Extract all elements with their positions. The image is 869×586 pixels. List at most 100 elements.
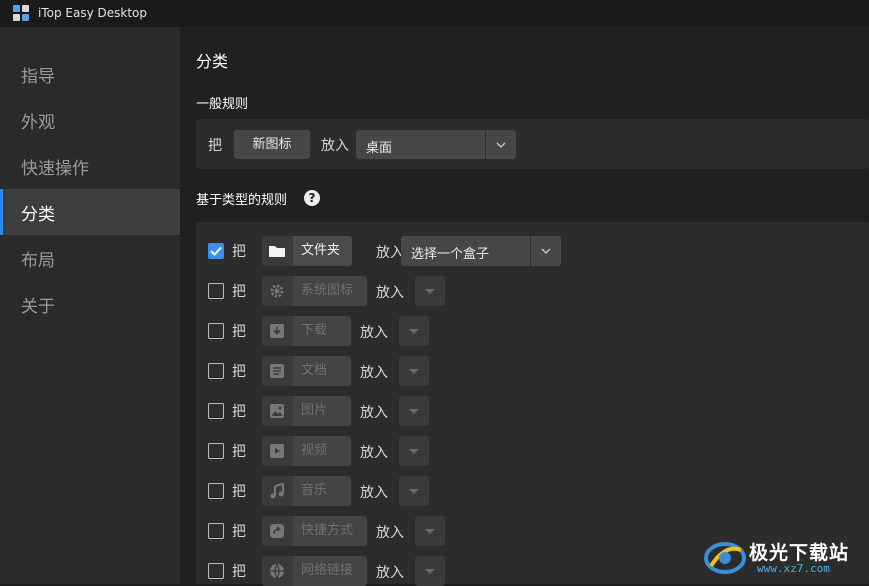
into-label: 放入	[376, 565, 404, 581]
rule-checkbox-folder[interactable]	[208, 243, 224, 259]
type-tag-videos: 视频	[262, 436, 351, 466]
general-rules-heading: 一般规则	[196, 97, 249, 112]
help-icon[interactable]: ?	[304, 190, 320, 206]
dropdown-toggle[interactable]	[485, 130, 516, 159]
watermark-url: www.xz7.com	[757, 562, 830, 575]
sidebar-item-label: 关于	[21, 297, 55, 317]
type-name: 下载	[293, 316, 351, 346]
watermark-title: 极光下载站	[749, 542, 850, 564]
put-label: 把	[232, 244, 246, 260]
sidebar-item-label: 分类	[21, 205, 55, 225]
video-icon	[262, 436, 292, 466]
general-target-select[interactable]: 桌面	[356, 130, 516, 159]
into-label: 放入	[360, 445, 388, 461]
sidebar-item-about[interactable]: 关于	[0, 281, 180, 327]
type-name: 文档	[293, 356, 351, 386]
type-tag-system-icons: 系统图标	[262, 276, 367, 306]
general-rule-row: 把 新图标 放入 桌面	[196, 119, 869, 169]
sidebar-item-appearance[interactable]: 外观	[0, 97, 180, 143]
main-content: 分类 一般规则 把 新图标 放入 桌面 基于类型的规则 ? 把 文件夹 放入 选…	[180, 27, 869, 586]
type-tag-music: 音乐	[262, 476, 351, 506]
folder-icon	[262, 236, 292, 266]
sidebar-item-label: 外观	[21, 113, 55, 133]
put-label: 把	[232, 444, 246, 460]
into-label: 放入	[360, 325, 388, 341]
type-tag-folder: 文件夹	[262, 236, 352, 266]
into-label: 放入	[376, 285, 404, 301]
type-rules-heading: 基于类型的规则	[196, 193, 288, 208]
sidebar-item-label: 布局	[21, 251, 55, 271]
into-label: 放入	[376, 245, 404, 261]
put-label: 把	[232, 564, 246, 580]
into-label: 放入	[360, 485, 388, 501]
watermark-logo-icon	[704, 542, 746, 574]
put-label: 把	[232, 364, 246, 380]
title-bar: iTop Easy Desktop	[0, 0, 869, 27]
put-label: 把	[232, 484, 246, 500]
download-icon	[262, 316, 292, 346]
rule-checkbox-documents[interactable]	[208, 363, 224, 379]
check-icon	[210, 246, 222, 256]
put-label: 把	[232, 324, 246, 340]
sidebar-item-categories[interactable]: 分类	[0, 189, 180, 235]
sidebar-item-guide[interactable]: 指导	[0, 51, 180, 97]
rule-checkbox-images[interactable]	[208, 403, 224, 419]
into-label: 放入	[376, 525, 404, 541]
select-value: 选择一个盒子	[411, 247, 490, 262]
music-icon	[262, 476, 292, 506]
target-dropdown-disabled[interactable]	[415, 276, 445, 306]
sidebar-item-quick-actions[interactable]: 快速操作	[0, 143, 180, 189]
type-name: 图片	[293, 396, 351, 426]
rule-checkbox-music[interactable]	[208, 483, 224, 499]
into-label: 放入	[360, 365, 388, 381]
gear-icon	[262, 276, 292, 306]
target-dropdown-disabled[interactable]	[399, 476, 429, 506]
watermark: 极光下载站 www.xz7.com	[701, 536, 861, 578]
target-dropdown-disabled[interactable]	[399, 396, 429, 426]
type-name: 音乐	[293, 476, 351, 506]
target-dropdown-disabled[interactable]	[399, 356, 429, 386]
select-value: 桌面	[366, 141, 393, 156]
dropdown-toggle[interactable]	[530, 236, 561, 266]
folder-target-select[interactable]: 选择一个盒子	[401, 236, 561, 266]
target-dropdown-disabled[interactable]	[399, 316, 429, 346]
type-tag-downloads: 下载	[262, 316, 351, 346]
type-rules-panel: 把 文件夹 放入 选择一个盒子 把 系统图标 放入 把 下载 放入 把 文档 放…	[196, 222, 869, 586]
type-name: 网络链接	[293, 556, 367, 586]
put-label: 把	[232, 284, 246, 300]
type-tag-documents: 文档	[262, 356, 351, 386]
image-icon	[262, 396, 292, 426]
put-label: 把	[232, 524, 246, 540]
type-name: 快捷方式	[293, 516, 367, 546]
into-label: 放入	[321, 138, 349, 154]
rule-checkbox-web-links[interactable]	[208, 563, 224, 579]
sidebar: 指导 外观 快速操作 分类 布局 关于	[0, 27, 180, 584]
chevron-down-icon	[496, 142, 506, 148]
target-dropdown-disabled[interactable]	[415, 556, 445, 586]
type-tag-shortcuts: 快捷方式	[262, 516, 367, 546]
type-tag-images: 图片	[262, 396, 351, 426]
rule-checkbox-system-icons[interactable]	[208, 283, 224, 299]
sidebar-item-layout[interactable]: 布局	[0, 235, 180, 281]
new-icon-button[interactable]: 新图标	[234, 130, 310, 159]
rule-checkbox-videos[interactable]	[208, 443, 224, 459]
sidebar-item-label: 快速操作	[21, 159, 89, 179]
chevron-down-icon	[541, 248, 551, 254]
rule-checkbox-shortcuts[interactable]	[208, 523, 224, 539]
globe-icon	[262, 556, 292, 586]
document-icon	[262, 356, 292, 386]
page-title: 分类	[196, 52, 229, 71]
target-dropdown-disabled[interactable]	[415, 516, 445, 546]
app-title: iTop Easy Desktop	[38, 6, 147, 20]
rule-checkbox-downloads[interactable]	[208, 323, 224, 339]
type-name: 系统图标	[293, 276, 367, 306]
app-logo-icon	[13, 5, 29, 21]
shortcut-icon	[262, 516, 292, 546]
into-label: 放入	[360, 405, 388, 421]
target-dropdown-disabled[interactable]	[399, 436, 429, 466]
type-tag-web-links: 网络链接	[262, 556, 367, 586]
sidebar-item-label: 指导	[21, 67, 55, 87]
type-name: 文件夹	[293, 236, 352, 266]
type-name: 视频	[293, 436, 351, 466]
put-label: 把	[232, 404, 246, 420]
